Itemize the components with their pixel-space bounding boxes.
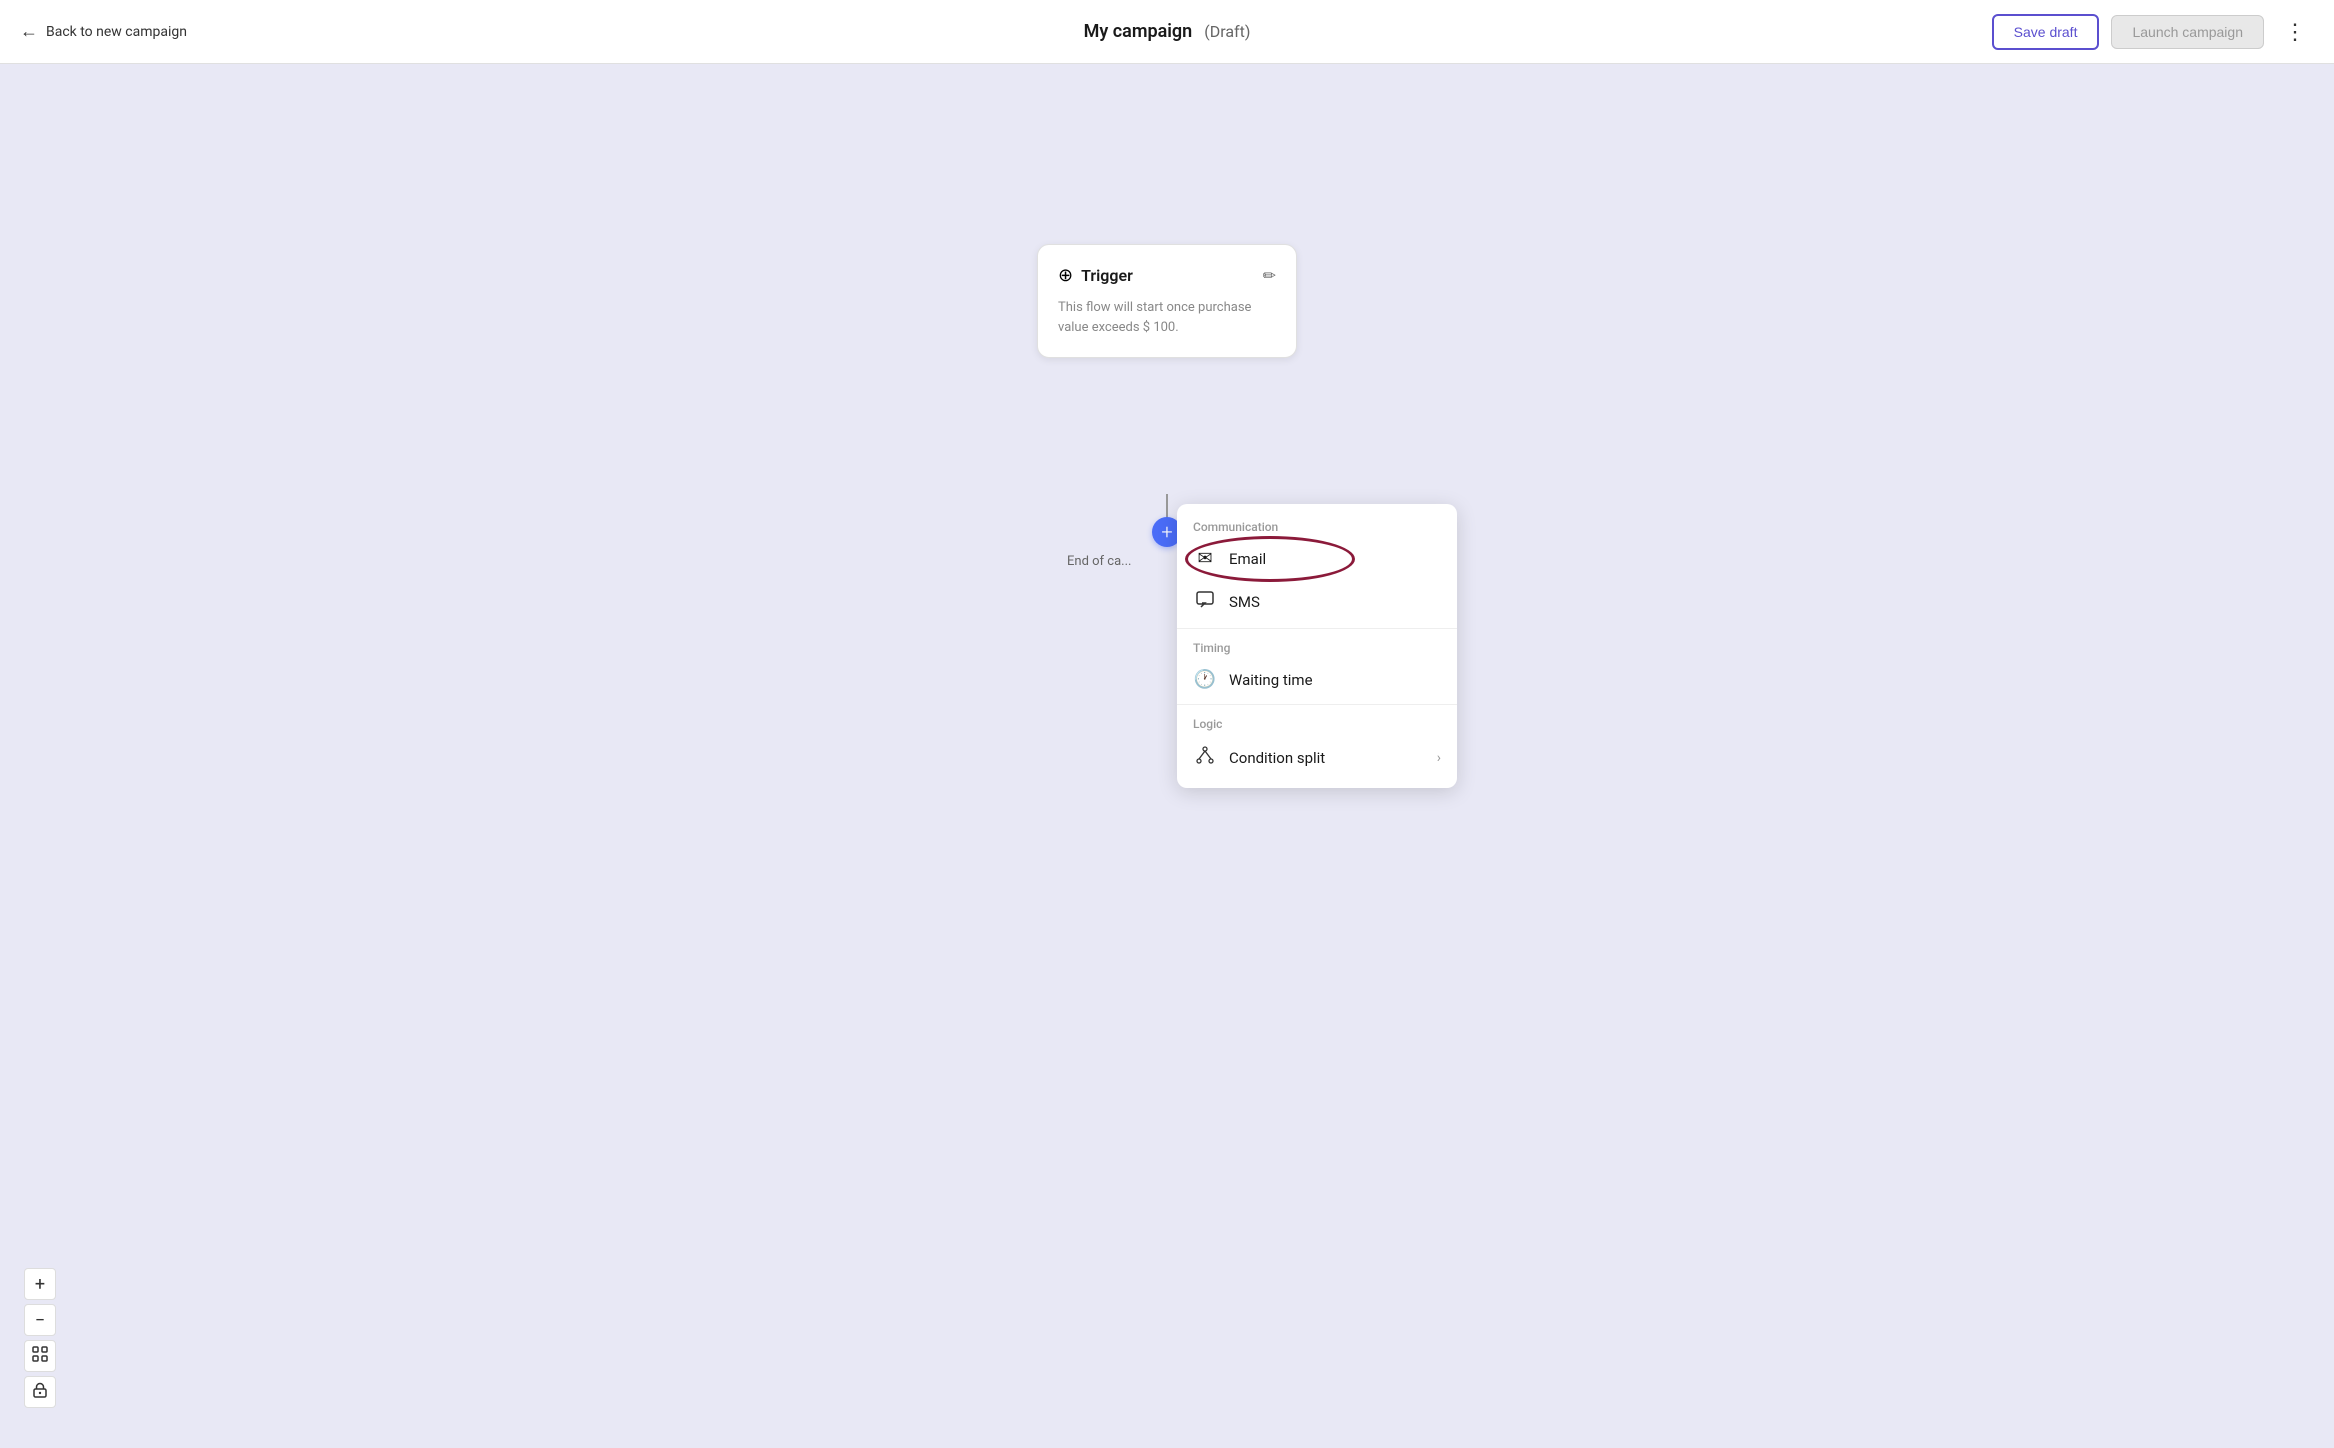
zoom-controls: + − [24,1268,56,1408]
condition-split-label: Condition split [1229,749,1425,767]
plus-icon: + [1161,520,1172,544]
email-icon: ✉ [1193,548,1217,569]
zoom-in-button[interactable]: + [24,1268,56,1300]
back-button[interactable]: ← Back to new campaign [20,21,187,42]
back-arrow-icon: ← [20,21,38,42]
save-draft-button[interactable]: Save draft [1992,14,2100,50]
header-right: Save draft Launch campaign ⋮ [1992,14,2314,50]
edit-trigger-icon[interactable]: ✏ [1263,266,1276,285]
condition-split-menu-item[interactable]: Condition split › [1177,735,1457,780]
waiting-time-label: Waiting time [1229,671,1441,689]
email-label: Email [1229,550,1441,568]
draft-badge: (Draft) [1204,22,1250,41]
trigger-title-row: ⊕ Trigger [1058,265,1133,286]
campaign-title: My campaign [1084,21,1193,42]
email-menu-item[interactable]: ✉ Email [1177,538,1457,579]
back-label: Back to new campaign [46,24,187,40]
divider-2 [1177,704,1457,705]
communication-section-label: Communication [1177,512,1457,538]
launch-campaign-button[interactable]: Launch campaign [2111,15,2264,49]
lock-icon [33,1382,47,1402]
sms-menu-item[interactable]: SMS [1177,579,1457,624]
campaign-canvas: ⊕ Trigger ✏ This flow will start once pu… [0,64,2334,1448]
trigger-description: This flow will start once purchase value… [1058,298,1276,337]
zoom-in-icon: + [35,1274,45,1295]
trigger-card-header: ⊕ Trigger ✏ [1058,265,1276,286]
logic-section-label: Logic [1177,709,1457,735]
trigger-card: ⊕ Trigger ✏ This flow will start once pu… [1037,244,1297,358]
divider-1 [1177,628,1457,629]
condition-split-arrow: › [1437,750,1441,766]
end-campaign-label: End of ca... [1067,554,1131,569]
fit-view-icon [32,1346,48,1366]
zoom-out-button[interactable]: − [24,1304,56,1336]
header-center: My campaign (Draft) [1084,21,1251,42]
split-icon [1193,745,1217,770]
waiting-time-menu-item[interactable]: 🕐 Waiting time [1177,659,1457,700]
trigger-title: Trigger [1081,266,1133,285]
sms-icon [1193,589,1217,614]
header: ← Back to new campaign My campaign (Draf… [0,0,2334,64]
zoom-out-icon: − [35,1310,45,1331]
add-step-dropdown: Communication ✉ Email SMS Timing 🕐 Waiti… [1177,504,1457,788]
timing-section-label: Timing [1177,633,1457,659]
more-options-button[interactable]: ⋮ [2276,15,2314,49]
fit-view-button[interactable] [24,1340,56,1372]
lock-button[interactable] [24,1376,56,1408]
target-icon: ⊕ [1058,265,1073,286]
clock-icon: 🕐 [1193,669,1217,690]
sms-label: SMS [1229,593,1441,611]
